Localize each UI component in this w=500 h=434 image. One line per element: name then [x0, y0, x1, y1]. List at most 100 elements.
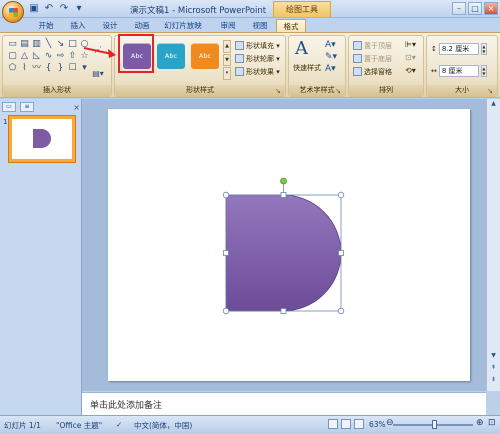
brace-close-icon[interactable]: }: [55, 63, 66, 74]
arrow-up-icon[interactable]: ⇧: [67, 51, 78, 62]
group-wordart: A 快速样式 A▾ ✎▾ A▾ 艺术字样式 ↘: [288, 35, 346, 97]
fit-to-window-icon[interactable]: ⊡: [488, 418, 496, 428]
tab-animations[interactable]: 动画: [130, 19, 154, 32]
zoom-in-icon[interactable]: ⊕: [476, 418, 484, 428]
office-button[interactable]: [2, 1, 24, 23]
maximize-button[interactable]: □: [468, 2, 482, 15]
scribble-icon[interactable]: 〰: [31, 63, 42, 74]
shapes-gallery[interactable]: ▭ ▤ ▥ ╲ ↘ □ ○ ▢ △ ◺ ∿ ⇨ ⇧ ☆ ⬠ ⌇ 〰 { } ☐ …: [7, 39, 88, 74]
resize-handle-bm[interactable]: [280, 308, 287, 314]
d-shape[interactable]: [225, 194, 342, 312]
rotation-handle[interactable]: [280, 177, 287, 185]
textbox-button-icon[interactable]: ▤▾: [89, 68, 107, 80]
customize-icon[interactable]: ▾: [73, 3, 85, 15]
normal-view-icon[interactable]: [328, 419, 338, 429]
save-icon[interactable]: ▣: [28, 3, 40, 15]
align-icon[interactable]: ⊫▾: [405, 40, 416, 49]
shape-height-field[interactable]: 8.2 厘米: [438, 42, 479, 55]
zoom-level[interactable]: 63%: [369, 420, 386, 429]
tab-design[interactable]: 设计: [98, 19, 122, 32]
scroll-up-arrow-icon[interactable]: ▲: [488, 100, 499, 107]
fill-bucket-icon: [235, 41, 244, 50]
textbox-icon[interactable]: ▤: [19, 39, 30, 50]
slides-tab[interactable]: ▭: [2, 102, 16, 112]
quick-styles-button[interactable]: 快速样式: [293, 63, 321, 73]
close-pane-icon[interactable]: ×: [73, 103, 80, 112]
arrow-line-icon[interactable]: ↘: [55, 39, 66, 50]
scroll-down-arrow-icon[interactable]: ▼: [488, 352, 499, 359]
dialog-launcher-icon[interactable]: ↘: [275, 87, 283, 95]
tab-slideshow[interactable]: 幻灯片放映: [160, 19, 206, 32]
spellcheck-icon[interactable]: ✓: [116, 420, 122, 429]
previous-slide-icon[interactable]: ⇞: [488, 364, 499, 371]
resize-handle-tl[interactable]: [222, 191, 230, 199]
quick-access-toolbar: ▣ ↶ ↷ ▾: [28, 3, 85, 15]
curve-icon[interactable]: ∿: [43, 51, 54, 62]
rotate-icon[interactable]: ⟲▾: [405, 66, 416, 75]
tab-insert[interactable]: 插入: [66, 19, 90, 32]
undo-icon[interactable]: ↶: [43, 3, 55, 15]
close-button[interactable]: ×: [484, 2, 498, 15]
width-spinner[interactable]: ▲ ▼: [480, 64, 487, 77]
shape-fill-button[interactable]: 形状填充 ▾: [235, 40, 280, 51]
wordart-a-icon[interactable]: A: [295, 38, 308, 59]
shape-effects-button[interactable]: 形状效果 ▾: [235, 66, 280, 77]
text-outline-icon[interactable]: ✎▾: [325, 52, 337, 62]
resize-handle-tm[interactable]: [280, 192, 287, 198]
shape-width-field[interactable]: 8 厘米: [438, 64, 479, 77]
rounded-rect-icon[interactable]: ▢: [7, 51, 18, 62]
brace-icon[interactable]: {: [43, 63, 54, 74]
style-swatch-blue[interactable]: Abc: [157, 43, 185, 69]
tab-format[interactable]: 格式: [276, 19, 306, 32]
resize-handle-tr[interactable]: [337, 191, 345, 199]
tab-review[interactable]: 审阅: [216, 19, 240, 32]
callout-icon[interactable]: ☐: [67, 63, 78, 74]
slideshow-view-icon[interactable]: [354, 419, 364, 429]
text-effects-icon[interactable]: A▾: [325, 64, 336, 74]
notes-pane[interactable]: 单击此处添加备注: [82, 392, 486, 415]
slide-thumbnail[interactable]: [8, 115, 76, 163]
right-triangle-icon[interactable]: ◺: [31, 51, 42, 62]
size-launcher-icon[interactable]: ↘: [487, 87, 495, 95]
freeform-icon[interactable]: ⌇: [19, 63, 30, 74]
minimize-button[interactable]: –: [452, 2, 466, 15]
text-fill-icon[interactable]: A▾: [325, 40, 336, 50]
outline-tab[interactable]: ≡: [20, 102, 34, 112]
triangle-icon[interactable]: △: [19, 51, 30, 62]
zoom-out-icon[interactable]: ⊖: [386, 418, 394, 428]
redo-icon[interactable]: ↷: [58, 3, 70, 15]
next-slide-icon[interactable]: ⇟: [488, 376, 499, 383]
send-to-back-button[interactable]: 置于底层: [353, 53, 392, 64]
resize-handle-ml[interactable]: [223, 250, 229, 256]
wordart-launcher-icon[interactable]: ↘: [335, 87, 343, 95]
vertical-scrollbar[interactable]: ▲ ▼ ⇞ ⇟: [486, 99, 500, 391]
slide-canvas[interactable]: [108, 109, 470, 381]
styles-gallery-scroll[interactable]: ▲ ▼ ▾: [223, 40, 231, 81]
height-spinner[interactable]: ▲ ▼: [480, 42, 487, 55]
bring-to-front-button[interactable]: 置于顶层: [353, 40, 392, 51]
zoom-slider-thumb[interactable]: [432, 420, 437, 429]
language-status[interactable]: 中文(简体，中国): [134, 420, 192, 431]
line-icon[interactable]: ╲: [43, 39, 54, 50]
gallery-more-icon[interactable]: ▾: [223, 67, 231, 81]
resize-handle-mr[interactable]: [338, 250, 344, 256]
scroll-up-icon[interactable]: ▲: [223, 40, 231, 53]
arrow-right-icon[interactable]: ⇨: [55, 51, 66, 62]
selection-pane-button[interactable]: 选择窗格: [353, 66, 392, 77]
tab-home[interactable]: 开始: [34, 19, 58, 32]
group-label-insert-shapes: 插入形状: [3, 85, 111, 96]
group-icon[interactable]: ⊡▾: [405, 53, 416, 62]
shape-outline-button[interactable]: 形状轮廓 ▾: [235, 53, 280, 64]
resize-handle-bl[interactable]: [222, 307, 230, 315]
tab-view[interactable]: 视图: [248, 19, 272, 32]
scroll-down-icon[interactable]: ▼: [223, 53, 231, 67]
style-swatch-orange[interactable]: Abc: [191, 43, 219, 69]
drawing-tools-label: 绘图工具: [273, 1, 331, 17]
slide-drawing: [222, 177, 345, 315]
rectangle-icon[interactable]: ▭: [7, 39, 18, 50]
resize-handle-br[interactable]: [337, 307, 345, 315]
slide-sorter-icon[interactable]: [341, 419, 351, 429]
textbox-vertical-icon[interactable]: ▥: [31, 39, 42, 50]
rect-shape-icon[interactable]: □: [67, 39, 78, 50]
pentagon-icon[interactable]: ⬠: [7, 63, 18, 74]
